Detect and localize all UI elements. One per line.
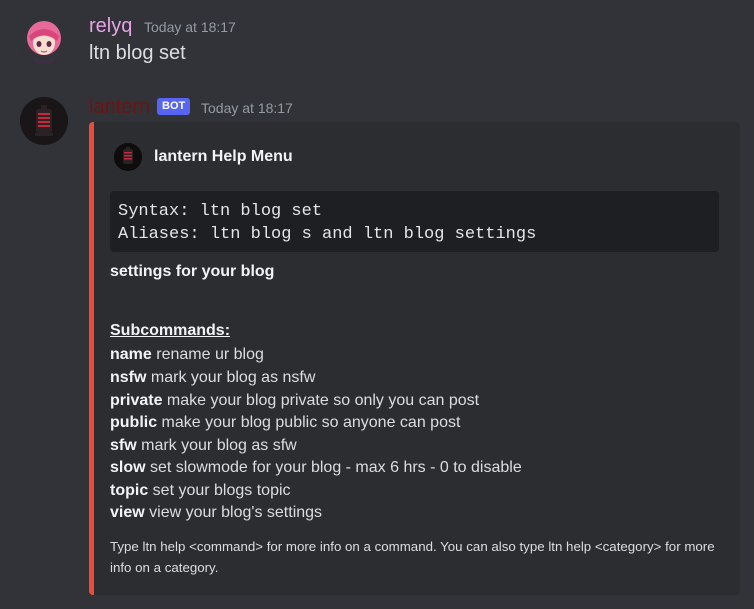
subcommand-name: topic — [110, 482, 149, 499]
username-relyq[interactable]: relyq — [89, 14, 132, 38]
subcommand-desc: rename ur blog — [151, 346, 264, 363]
subcommand-desc: make your blog public so anyone can post — [157, 414, 461, 431]
username-lantern[interactable]: lantern — [89, 95, 150, 119]
relyq-avatar[interactable] — [20, 16, 68, 64]
lantern-icon — [114, 143, 142, 171]
subcommand-desc: set slowmode for your blog - max 6 hrs -… — [145, 459, 522, 476]
subcommand-item: slow set slowmode for your blog - max 6 … — [110, 457, 522, 479]
subcommand-desc: mark your blog as sfw — [136, 437, 297, 454]
subcommand-desc: mark your blog as nsfw — [146, 369, 316, 386]
message-timestamp: Today at 18:17 — [144, 19, 236, 35]
subcommand-name: nsfw — [110, 369, 147, 386]
subcommand-item: sfw mark your blog as sfw — [110, 435, 297, 457]
embed-author-name: lantern Help Menu — [154, 148, 293, 165]
anime-avatar-icon — [20, 16, 68, 64]
subcommand-item: private make your blog private so only y… — [110, 390, 479, 412]
code-line: Syntax: ltn blog set — [118, 202, 323, 221]
help-embed: lantern Help Menu Syntax: ltn blog set Al… — [89, 122, 740, 595]
code-line: Aliases: ltn blog s and ltn blog setting… — [118, 225, 537, 244]
embed-footer: Type ltn help <command> for more info on… — [110, 539, 715, 575]
subcommand-name: public — [110, 414, 158, 431]
bot-badge: BOT — [157, 98, 191, 115]
subcommand-item: public make your blog public so anyone c… — [110, 412, 460, 434]
message-timestamp: Today at 18:17 — [201, 100, 293, 116]
subcommand-name: sfw — [110, 437, 137, 454]
subcommand-desc: view your blog's settings — [144, 504, 323, 521]
subcommand-item: view view your blog's settings — [110, 502, 322, 524]
subcommand-item: name rename ur blog — [110, 344, 264, 366]
embed-author-icon — [114, 143, 142, 171]
subcommand-desc: make your blog private so only you can p… — [162, 392, 480, 409]
message-text: ltn blog set — [89, 42, 186, 64]
subcommand-name: slow — [110, 459, 146, 476]
subcommand-item: topic set your blogs topic — [110, 480, 291, 502]
subcommands-heading: Subcommands: — [110, 322, 231, 339]
subcommand-desc: set your blogs topic — [148, 482, 291, 499]
lantern-icon — [20, 97, 68, 145]
embed-description: settings for your blog — [110, 263, 275, 280]
syntax-codeblock: Syntax: ltn blog set Aliases: ltn blog s … — [110, 191, 719, 252]
subcommand-name: name — [110, 346, 152, 363]
subcommand-item: nsfw mark your blog as nsfw — [110, 367, 315, 389]
subcommand-name: view — [110, 504, 145, 521]
subcommand-name: private — [110, 392, 163, 409]
lantern-avatar[interactable] — [20, 97, 68, 145]
